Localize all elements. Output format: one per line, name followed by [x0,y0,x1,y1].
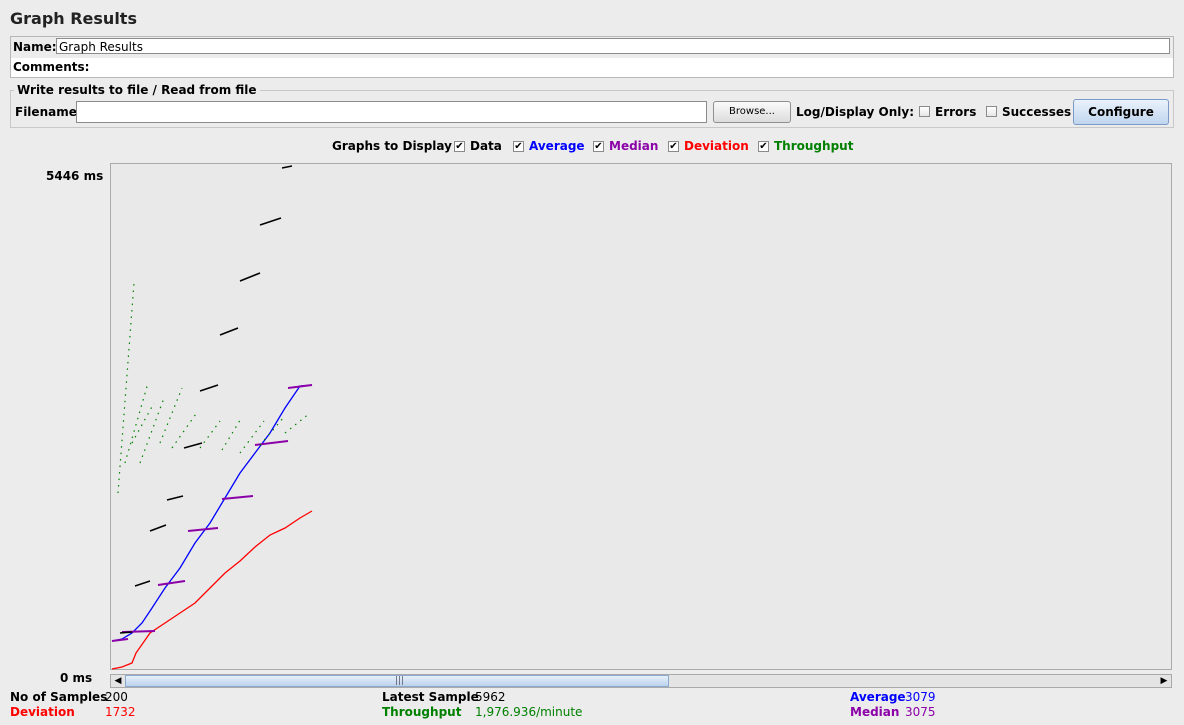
samples-label: No of Samples [10,690,108,704]
throughput-segment-5 [171,410,199,449]
browse-button[interactable]: Browse... [713,101,791,123]
data-checkbox[interactable]: ✔ [454,141,465,152]
median-segment-2 [157,580,186,586]
scroll-thumb[interactable]: ||| [125,675,669,687]
average-option-label: Average [529,139,585,153]
median-segment-0 [111,638,129,642]
throughput-stat-value: 1,976.936/minute [475,705,583,719]
samples-value: 200 [105,690,128,704]
latest-sample-value: 5962 [475,690,506,704]
data-segment-4 [183,442,203,449]
throughput-stat-label: Throughput [382,705,462,719]
throughput-segment-8 [239,420,265,454]
latest-sample-label: Latest Sample [382,690,479,704]
median-option-label: Median [609,139,659,153]
data-option-label: Data [470,139,502,153]
median-stat-value: 3075 [905,705,936,719]
comments-row[interactable]: Comments: [10,58,1174,78]
deviation-checkbox[interactable]: ✔ [668,141,679,152]
data-segment-1 [134,580,151,587]
log-display-label: Log/Display Only: [796,105,914,119]
name-row: Name: Graph Results [10,36,1174,59]
median-checkbox[interactable]: ✔ [593,141,604,152]
y-axis-max-label: 5446 ms [46,169,104,183]
throughput-segment-10 [284,412,311,434]
scroll-right-arrow-icon[interactable]: ▶ [1158,676,1170,686]
errors-checkbox[interactable] [919,106,930,117]
average-stat-value: 3079 [905,690,936,704]
data-segment-0 [119,631,133,634]
name-label: Name: [13,40,57,54]
errors-label: Errors [935,105,977,119]
data-segment-8 [259,217,282,226]
name-input[interactable]: Graph Results [56,38,1170,54]
deviation-stat-label: Deviation [10,705,75,719]
scroll-grip-icon: ||| [395,676,405,686]
file-section-legend: Write results to file / Read from file [14,83,260,97]
data-segment-5 [199,384,219,392]
data-segment-3 [166,495,184,501]
average-checkbox[interactable]: ✔ [513,141,524,152]
filename-input[interactable] [76,101,707,123]
graphs-to-display-label: Graphs to Display [332,139,452,153]
scroll-left-arrow-icon[interactable]: ◀ [112,676,124,686]
average-series-line [111,384,313,642]
y-axis-min-label: 0 ms [60,671,93,685]
throughput-option-label: Throughput [774,139,854,153]
throughput-segment-6 [199,420,221,449]
deviation-option-label: Deviation [684,139,749,153]
average-stat-label: Average [850,690,906,704]
configure-button[interactable]: Configure [1073,99,1169,125]
median-segment-3 [187,527,219,532]
comments-label: Comments: [13,60,90,74]
horizontal-scrollbar[interactable]: ◀ ||| ▶ [110,674,1172,688]
median-stat-label: Median [850,705,900,719]
data-segment-9 [281,165,293,169]
data-segment-6 [219,327,239,336]
successes-checkbox[interactable] [986,106,997,117]
throughput-segment-0 [117,282,135,494]
deviation-stat-value: 1732 [105,705,136,719]
throughput-segment-4 [159,387,183,444]
filename-label: Filename [15,105,77,119]
successes-label: Successes [1002,105,1072,119]
data-segment-7 [239,272,261,282]
throughput-segment-7 [221,416,243,451]
data-segment-2 [149,524,167,532]
throughput-segment-1 [124,382,149,464]
graph-canvas [111,165,313,670]
throughput-segment-3 [139,397,165,464]
page-title: Graph Results [10,9,137,28]
throughput-segment-2 [131,402,155,444]
throughput-checkbox[interactable]: ✔ [758,141,769,152]
deviation-series-line [111,510,313,670]
